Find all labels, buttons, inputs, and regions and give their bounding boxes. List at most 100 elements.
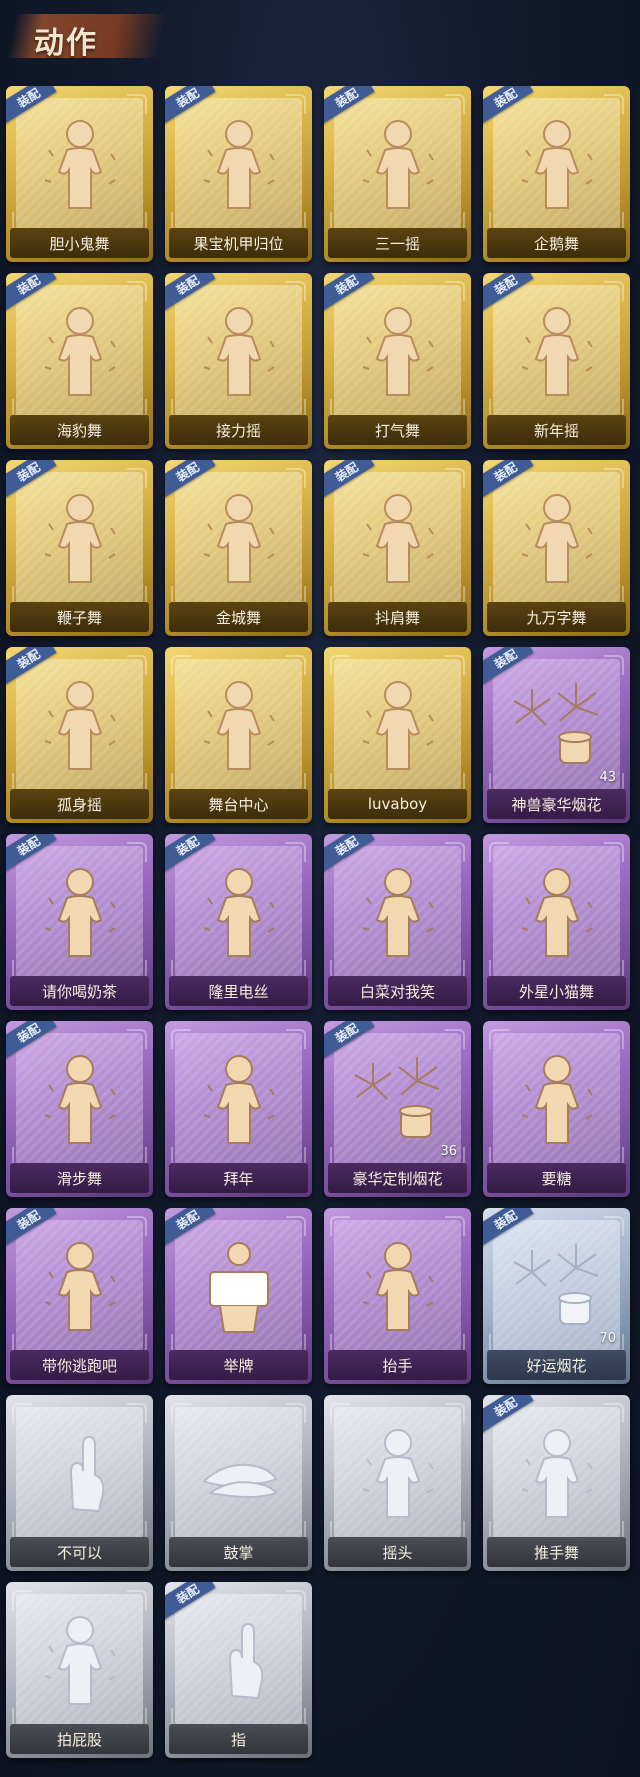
action-label: 三一摇 bbox=[328, 228, 467, 258]
action-card[interactable]: 摇头 bbox=[324, 1395, 471, 1571]
action-label: 指 bbox=[169, 1724, 308, 1754]
action-card[interactable]: 装配 鞭子舞 bbox=[6, 460, 153, 636]
action-card[interactable]: 装配 抖肩舞 bbox=[324, 460, 471, 636]
action-label: luvaboy bbox=[328, 789, 467, 819]
action-label: 白菜对我笑 bbox=[328, 976, 467, 1006]
dance-figure-icon bbox=[6, 297, 153, 407]
dance-figure-icon bbox=[6, 1045, 153, 1155]
finger-icon bbox=[6, 1419, 153, 1529]
action-card[interactable]: 拜年 bbox=[165, 1021, 312, 1197]
action-label: 胆小鬼舞 bbox=[10, 228, 149, 258]
dance-figure-icon bbox=[165, 484, 312, 594]
action-label: 带你逃跑吧 bbox=[10, 1350, 149, 1380]
action-card[interactable]: 装配 海豹舞 bbox=[6, 273, 153, 449]
item-count: 36 bbox=[440, 1144, 457, 1159]
action-label: 打气舞 bbox=[328, 415, 467, 445]
action-card[interactable]: 装配指 bbox=[165, 1582, 312, 1758]
dance-figure-icon bbox=[6, 671, 153, 781]
dance-figure-icon bbox=[6, 484, 153, 594]
action-label: 新年摇 bbox=[487, 415, 626, 445]
action-card[interactable]: 装配 金城舞 bbox=[165, 460, 312, 636]
action-card[interactable]: 装配 打气舞 bbox=[324, 273, 471, 449]
figure-icon bbox=[483, 1419, 630, 1529]
action-label: 企鹅舞 bbox=[487, 228, 626, 258]
action-card[interactable]: 装配 新年摇 bbox=[483, 273, 630, 449]
dance-figure-icon bbox=[483, 484, 630, 594]
action-label: 外星小猫舞 bbox=[487, 976, 626, 1006]
action-card[interactable]: 装配 举牌 bbox=[165, 1208, 312, 1384]
clap-hands-icon bbox=[165, 1419, 312, 1529]
action-label: 果宝机甲归位 bbox=[169, 228, 308, 258]
action-grid: 装配 胆小鬼舞 装配 果宝机甲归位 装配 三一摇 装配 企鹅舞 装配 海豹舞 装配 接力摇 装配 打气舞装… bbox=[6, 86, 630, 1758]
action-label: 豪华定制烟花 bbox=[328, 1163, 467, 1193]
figure-icon bbox=[6, 1606, 153, 1716]
action-card[interactable]: 装配 九万字舞 bbox=[483, 460, 630, 636]
action-card[interactable]: 装配 36 豪华定制烟花 bbox=[324, 1021, 471, 1197]
dance-figure-icon bbox=[6, 858, 153, 968]
action-card[interactable]: 拍屁股 bbox=[6, 1582, 153, 1758]
action-label: 拍屁股 bbox=[10, 1724, 149, 1754]
action-card[interactable]: 装配 滑步舞 bbox=[6, 1021, 153, 1197]
action-label: 推手舞 bbox=[487, 1537, 626, 1567]
dance-figure-icon bbox=[165, 858, 312, 968]
action-card[interactable]: 装配 隆里电丝 bbox=[165, 834, 312, 1010]
dance-figure-icon bbox=[6, 1232, 153, 1342]
action-label: 九万字舞 bbox=[487, 602, 626, 632]
action-label: 舞台中心 bbox=[169, 789, 308, 819]
action-label: 接力摇 bbox=[169, 415, 308, 445]
dance-figure-icon bbox=[165, 671, 312, 781]
action-card[interactable]: 舞台中心 bbox=[165, 647, 312, 823]
action-card[interactable]: 外星小猫舞 bbox=[483, 834, 630, 1010]
dance-figure-icon bbox=[483, 110, 630, 220]
action-label: 抬手 bbox=[328, 1350, 467, 1380]
action-card[interactable]: 不可以 bbox=[6, 1395, 153, 1571]
action-card[interactable]: luvaboy bbox=[324, 647, 471, 823]
action-card[interactable]: 装配 孤身摇 bbox=[6, 647, 153, 823]
action-label: 好运烟花 bbox=[487, 1350, 626, 1380]
action-label: 金城舞 bbox=[169, 602, 308, 632]
action-label: 不可以 bbox=[10, 1537, 149, 1567]
action-card[interactable]: 装配 白菜对我笑 bbox=[324, 834, 471, 1010]
action-card[interactable]: 装配 带你逃跑吧 bbox=[6, 1208, 153, 1384]
firework-icon bbox=[324, 1045, 471, 1155]
action-label: 神兽豪华烟花 bbox=[487, 789, 626, 819]
action-label: 拜年 bbox=[169, 1163, 308, 1193]
action-card[interactable]: 要糖 bbox=[483, 1021, 630, 1197]
action-label: 海豹舞 bbox=[10, 415, 149, 445]
action-card[interactable]: 装配 胆小鬼舞 bbox=[6, 86, 153, 262]
action-label: 举牌 bbox=[169, 1350, 308, 1380]
action-label: 摇头 bbox=[328, 1537, 467, 1567]
dance-figure-icon bbox=[324, 110, 471, 220]
action-card[interactable]: 装配 企鹅舞 bbox=[483, 86, 630, 262]
dance-figure-icon bbox=[324, 297, 471, 407]
dance-figure-icon bbox=[483, 858, 630, 968]
page-title: 动作 bbox=[34, 26, 98, 61]
action-card[interactable]: 鼓掌 bbox=[165, 1395, 312, 1571]
action-label: 请你喝奶茶 bbox=[10, 976, 149, 1006]
action-card[interactable]: 抬手 bbox=[324, 1208, 471, 1384]
figure-icon bbox=[324, 1419, 471, 1529]
figure-icon bbox=[324, 1232, 471, 1342]
action-label: 鼓掌 bbox=[169, 1537, 308, 1567]
pointing-hand-icon bbox=[165, 1606, 312, 1716]
action-card[interactable]: 装配 果宝机甲归位 bbox=[165, 86, 312, 262]
action-card[interactable]: 装配 推手舞 bbox=[483, 1395, 630, 1571]
action-card[interactable]: 装配 43 神兽豪华烟花 bbox=[483, 647, 630, 823]
dance-figure-icon bbox=[483, 297, 630, 407]
figure-icon bbox=[483, 1045, 630, 1155]
header: 动作 bbox=[0, 0, 640, 74]
sign-figure-icon bbox=[165, 1232, 312, 1342]
action-label: 抖肩舞 bbox=[328, 602, 467, 632]
bow-figure-icon bbox=[165, 1045, 312, 1155]
action-card[interactable]: 装配 70 好运烟花 bbox=[483, 1208, 630, 1384]
action-card[interactable]: 装配 接力摇 bbox=[165, 273, 312, 449]
action-label: 要糖 bbox=[487, 1163, 626, 1193]
action-card[interactable]: 装配 请你喝奶茶 bbox=[6, 834, 153, 1010]
action-label: 隆里电丝 bbox=[169, 976, 308, 1006]
dance-figure-icon bbox=[324, 484, 471, 594]
dance-figure-icon bbox=[324, 858, 471, 968]
action-card[interactable]: 装配 三一摇 bbox=[324, 86, 471, 262]
dance-figure-icon bbox=[324, 671, 471, 781]
firework-icon bbox=[483, 671, 630, 781]
dance-figure-icon bbox=[165, 297, 312, 407]
